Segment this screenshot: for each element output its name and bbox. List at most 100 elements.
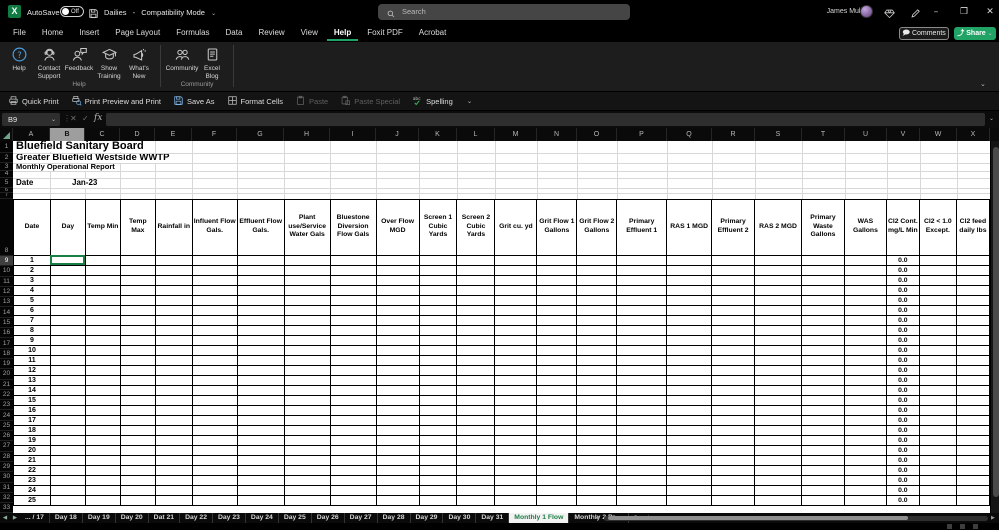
row-header-4[interactable]: 4 bbox=[0, 171, 13, 178]
cell-g14[interactable] bbox=[236, 304, 285, 316]
cell-e26[interactable] bbox=[154, 424, 193, 436]
qat-overflow-icon[interactable]: ⌄ bbox=[467, 97, 472, 105]
cell-k15[interactable] bbox=[418, 314, 458, 326]
cell-c31[interactable] bbox=[84, 474, 121, 486]
cell-q14[interactable] bbox=[666, 304, 713, 316]
ribbon-tab-foxit-pdf[interactable]: Foxit PDF bbox=[360, 26, 410, 41]
cell-t26[interactable] bbox=[800, 424, 845, 436]
cell-d18[interactable] bbox=[119, 344, 156, 356]
cell-a31[interactable]: 23 bbox=[13, 474, 51, 486]
cell-p21[interactable] bbox=[616, 374, 668, 386]
cell-d29[interactable] bbox=[119, 454, 156, 466]
cell-h20[interactable] bbox=[283, 364, 331, 376]
cell-b12[interactable] bbox=[49, 284, 86, 296]
cell-n15[interactable] bbox=[536, 314, 578, 326]
cell-a28[interactable]: 20 bbox=[13, 444, 51, 456]
cell-p31[interactable] bbox=[616, 474, 668, 486]
table-header-screen-2-cubic-yards[interactable]: Screen 2 Cubic Yards bbox=[456, 198, 496, 256]
cell-d31[interactable] bbox=[119, 474, 156, 486]
cell-b20[interactable] bbox=[49, 364, 86, 376]
cell-u23[interactable] bbox=[843, 394, 887, 406]
column-header-o[interactable]: O bbox=[577, 128, 617, 141]
cell-o22[interactable] bbox=[576, 384, 618, 396]
cell-m19[interactable] bbox=[494, 354, 538, 366]
row-header-5[interactable]: 5 bbox=[0, 178, 13, 188]
cell-o15[interactable] bbox=[576, 314, 618, 326]
cell-b14[interactable] bbox=[49, 304, 86, 316]
cell-k31[interactable] bbox=[418, 474, 458, 486]
cell-n17[interactable] bbox=[536, 334, 578, 346]
cell-v19[interactable]: 0.0 bbox=[885, 354, 920, 366]
cell-k26[interactable] bbox=[418, 424, 458, 436]
cell-n21[interactable] bbox=[536, 374, 578, 386]
cell-t19[interactable] bbox=[800, 354, 845, 366]
cell-k12[interactable] bbox=[418, 284, 458, 296]
table-header-day[interactable]: Day bbox=[49, 198, 86, 256]
cell-x17[interactable] bbox=[955, 334, 990, 346]
cell-h23[interactable] bbox=[283, 394, 331, 406]
cell-a18[interactable]: 10 bbox=[13, 344, 51, 356]
cell-h27[interactable] bbox=[283, 434, 331, 446]
cell-s30[interactable] bbox=[754, 464, 802, 476]
cell-d26[interactable] bbox=[119, 424, 156, 436]
vertical-scrollbar[interactable] bbox=[990, 141, 999, 513]
sheet-tab-day-29[interactable]: Day 29 bbox=[411, 513, 444, 523]
table-header-grit-flow-2-gallons[interactable]: Grit Flow 2 Gallons bbox=[576, 198, 618, 256]
cell-t33[interactable] bbox=[800, 494, 845, 506]
cell-o28[interactable] bbox=[576, 444, 618, 456]
cell-h13[interactable] bbox=[283, 294, 331, 306]
column-header-r[interactable]: R bbox=[712, 128, 755, 141]
cell-h11[interactable] bbox=[283, 274, 331, 286]
cell-p26[interactable] bbox=[616, 424, 668, 436]
cell-r28[interactable] bbox=[711, 444, 756, 456]
cell-k28[interactable] bbox=[418, 444, 458, 456]
cell-r20[interactable] bbox=[711, 364, 756, 376]
cell-i21[interactable] bbox=[329, 374, 377, 386]
cell-l24[interactable] bbox=[456, 404, 496, 416]
cell-a33[interactable]: 25 bbox=[13, 494, 51, 506]
cell-e24[interactable] bbox=[154, 404, 193, 416]
column-header-h[interactable]: H bbox=[284, 128, 330, 141]
cell-q13[interactable] bbox=[666, 294, 713, 306]
cell-i28[interactable] bbox=[329, 444, 377, 456]
cell-w23[interactable] bbox=[918, 394, 957, 406]
cell-b11[interactable] bbox=[49, 274, 86, 286]
cell-c24[interactable] bbox=[84, 404, 121, 416]
cell-p10[interactable] bbox=[616, 264, 668, 276]
cell-c12[interactable] bbox=[84, 284, 121, 296]
table-header-ras-1-mgd[interactable]: RAS 1 MGD bbox=[666, 198, 713, 256]
cell-h33[interactable] bbox=[283, 494, 331, 506]
cell-r26[interactable] bbox=[711, 424, 756, 436]
cell-n13[interactable] bbox=[536, 294, 578, 306]
cell-s21[interactable] bbox=[754, 374, 802, 386]
table-header-screen-1-cubic-yards[interactable]: Screen 1 Cubic Yards bbox=[418, 198, 458, 256]
cell-f25[interactable] bbox=[191, 414, 238, 426]
row-header-15[interactable]: 15 bbox=[0, 318, 13, 329]
cell-i10[interactable] bbox=[329, 264, 377, 276]
cell-j29[interactable] bbox=[375, 454, 420, 466]
cell-g11[interactable] bbox=[236, 274, 285, 286]
cell-b10[interactable] bbox=[49, 264, 86, 276]
cell-s20[interactable] bbox=[754, 364, 802, 376]
cell-a25[interactable]: 17 bbox=[13, 414, 51, 426]
cell-m14[interactable] bbox=[494, 304, 538, 316]
cell-b15[interactable] bbox=[49, 314, 86, 326]
cell-j28[interactable] bbox=[375, 444, 420, 456]
cell-v10[interactable]: 0.0 bbox=[885, 264, 920, 276]
row-header-9[interactable]: 9 bbox=[0, 256, 13, 267]
cell-b25[interactable] bbox=[49, 414, 86, 426]
sheet-nav-left-icon[interactable]: ◀ bbox=[0, 513, 10, 523]
cell-f31[interactable] bbox=[191, 474, 238, 486]
cell-c19[interactable] bbox=[84, 354, 121, 366]
cell-u29[interactable] bbox=[843, 454, 887, 466]
cell-d16[interactable] bbox=[119, 324, 156, 336]
cell-l11[interactable] bbox=[456, 274, 496, 286]
cell-g19[interactable] bbox=[236, 354, 285, 366]
cell-d9[interactable] bbox=[119, 254, 156, 266]
cell-v16[interactable]: 0.0 bbox=[885, 324, 920, 336]
cell-h24[interactable] bbox=[283, 404, 331, 416]
row-header-30[interactable]: 30 bbox=[0, 472, 13, 483]
cell-i17[interactable] bbox=[329, 334, 377, 346]
cell-t13[interactable] bbox=[800, 294, 845, 306]
table-header-ras-2-mgd[interactable]: RAS 2 MGD bbox=[754, 198, 802, 256]
